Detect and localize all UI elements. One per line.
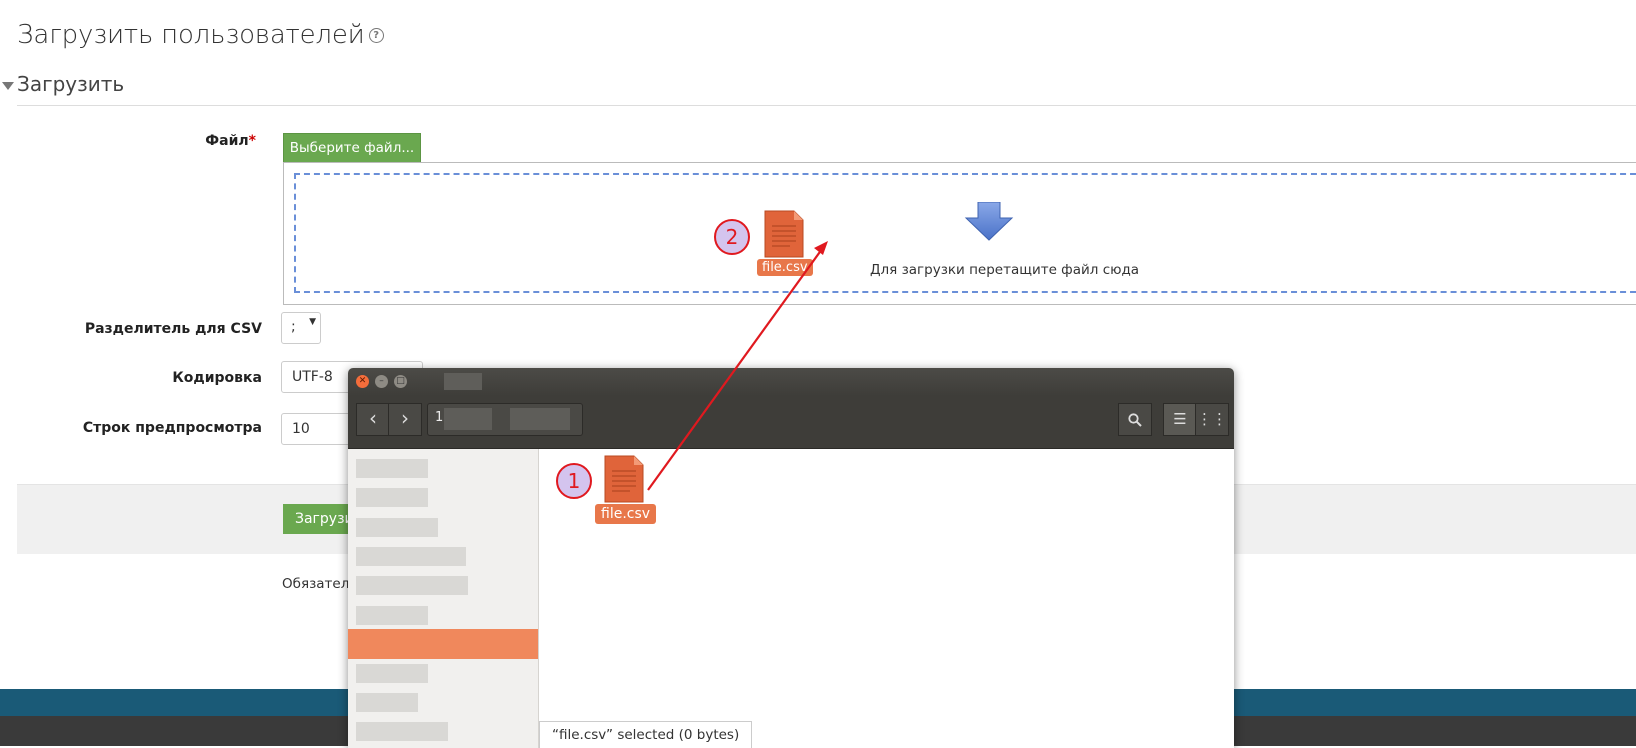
drag-arrow-annotation: [647, 241, 828, 491]
